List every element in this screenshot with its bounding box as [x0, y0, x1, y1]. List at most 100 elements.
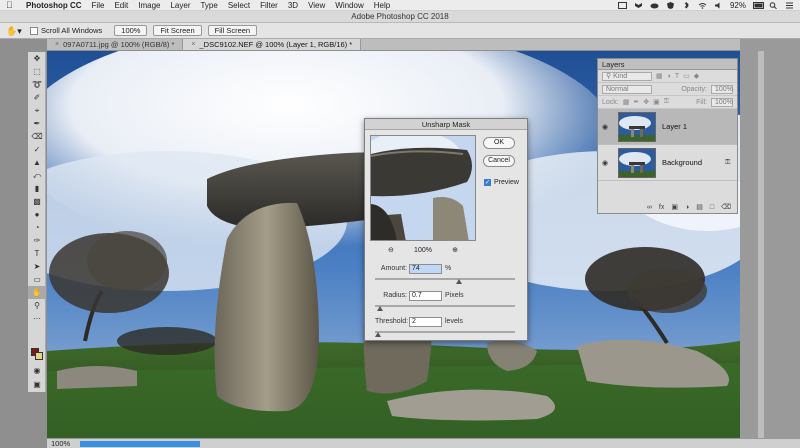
menu-layer[interactable]: Layer	[170, 0, 190, 11]
preview-checkbox[interactable]: ✓ Preview	[484, 179, 519, 186]
dodge-tool-icon[interactable]: ◔	[28, 221, 46, 234]
ok-button[interactable]: OK	[483, 137, 515, 149]
menu-file[interactable]: File	[92, 0, 105, 11]
list-icon[interactable]	[785, 2, 794, 9]
zoom-100-button[interactable]: 100%	[114, 25, 148, 36]
lock-position-icon[interactable]: ✥	[643, 98, 649, 106]
tab-document-2[interactable]: × _DSC9102.NEF @ 100% (Layer 1, RGB/16) …	[183, 39, 362, 50]
hand-tool-icon[interactable]: ✋▾	[6, 26, 22, 36]
healing-brush-icon[interactable]: ⌫	[28, 130, 46, 143]
menu-app-name[interactable]: Photoshop CC	[26, 0, 82, 11]
type-tool-icon[interactable]: T	[28, 247, 46, 260]
zoom-out-icon[interactable]: ⊖	[388, 246, 394, 254]
gradient-tool-icon[interactable]: ▩	[28, 195, 46, 208]
menu-edit[interactable]: Edit	[114, 0, 128, 11]
volume-icon[interactable]	[714, 2, 723, 9]
dropbox-icon[interactable]	[634, 2, 643, 9]
search-icon[interactable]	[769, 2, 778, 10]
eye-icon[interactable]: ◉	[602, 123, 612, 131]
bluetooth-icon[interactable]	[682, 1, 691, 9]
menu-view[interactable]: View	[308, 0, 325, 11]
eraser-tool-icon[interactable]: ▮	[28, 182, 46, 195]
radius-slider-track[interactable]	[375, 305, 515, 307]
pen-tool-icon[interactable]: ✑	[28, 234, 46, 247]
eye-icon[interactable]: ◉	[602, 159, 612, 167]
menu-image[interactable]: Image	[138, 0, 160, 11]
filter-adjust-icon[interactable]: ◑	[667, 73, 671, 80]
lock-image-icon[interactable]: ✒	[633, 98, 639, 106]
vertical-scrollbar[interactable]	[758, 51, 764, 438]
lock-artboard-icon[interactable]: ▣	[653, 98, 660, 106]
threshold-slider-thumb[interactable]	[375, 332, 381, 337]
history-brush-icon[interactable]: ⤺	[28, 169, 46, 182]
close-icon[interactable]: ×	[55, 39, 59, 50]
clone-stamp-icon[interactable]: ▲	[28, 156, 46, 169]
shape-tool-icon[interactable]: ▭	[28, 273, 46, 286]
security-icon[interactable]	[666, 2, 675, 9]
filter-shape-icon[interactable]: ▭	[683, 72, 690, 80]
menu-help[interactable]: Help	[374, 0, 390, 11]
marquee-tool-icon[interactable]: ⬚	[28, 65, 46, 78]
eyedropper-tool-icon[interactable]: ✒	[28, 117, 46, 130]
menu-type[interactable]: Type	[200, 0, 217, 11]
checkmark-icon[interactable]: ✓	[484, 179, 491, 186]
screen-mode-icon[interactable]: ▣	[28, 378, 46, 391]
scroll-all-windows-checkbox[interactable]: Scroll All Windows	[30, 26, 102, 35]
crop-tool-icon[interactable]: ⌖	[28, 104, 46, 117]
menu-3d[interactable]: 3D	[288, 0, 298, 11]
hand-tool-icon[interactable]: ✋	[28, 286, 46, 299]
layer-name[interactable]: Background	[662, 158, 719, 167]
cloud-icon[interactable]	[650, 2, 659, 9]
fill-screen-button[interactable]: Fill Screen	[207, 25, 258, 36]
battery-icon[interactable]	[753, 2, 764, 9]
status-zoom[interactable]: 100%	[51, 439, 70, 448]
zoom-in-icon[interactable]: ⊕	[452, 246, 458, 254]
amount-slider-track[interactable]	[375, 278, 515, 280]
radius-slider-thumb[interactable]	[377, 306, 383, 311]
new-group-icon[interactable]: ▤	[696, 203, 703, 211]
quick-select-tool-icon[interactable]: ✐	[28, 91, 46, 104]
move-tool-icon[interactable]: ✥	[28, 52, 46, 65]
lock-all-icon[interactable]: ⚿	[664, 98, 669, 106]
amount-field[interactable]: 74	[409, 264, 442, 274]
quick-mask-icon[interactable]: ◉	[28, 364, 46, 377]
amount-slider-thumb[interactable]	[456, 279, 462, 284]
filter-preview[interactable]	[370, 135, 476, 241]
threshold-slider-track[interactable]	[375, 331, 515, 333]
lasso-tool-icon[interactable]: ➰	[28, 78, 46, 91]
path-select-icon[interactable]: ➤	[28, 260, 46, 273]
layer-row-background[interactable]: ◉ Background ⚿	[598, 145, 737, 181]
fx-icon[interactable]: fx	[659, 204, 664, 211]
screen-icon[interactable]	[617, 2, 627, 9]
kind-filter-select[interactable]: ⚲ Kind	[602, 71, 652, 81]
background-color-swatch[interactable]	[35, 352, 43, 360]
menu-select[interactable]: Select	[228, 0, 250, 11]
tab-document-1[interactable]: × 097A0711.jpg @ 100% (RGB/8) *	[47, 39, 184, 50]
filter-type-icon[interactable]: T	[675, 73, 679, 80]
close-icon[interactable]: ×	[191, 39, 195, 50]
menu-filter[interactable]: Filter	[260, 0, 278, 11]
filter-smart-icon[interactable]: ◆	[694, 72, 699, 80]
layer-row-layer-1[interactable]: ◉ Layer 1	[598, 109, 737, 145]
menu-window[interactable]: Window	[335, 0, 363, 11]
opacity-field[interactable]: 100%	[711, 84, 733, 94]
add-mask-icon[interactable]: ▣	[671, 203, 678, 211]
blur-tool-icon[interactable]: ●	[28, 208, 46, 221]
cancel-button[interactable]: Cancel	[483, 155, 515, 167]
fill-field[interactable]: 100%	[711, 97, 733, 107]
wifi-icon[interactable]	[698, 2, 707, 9]
new-layer-icon[interactable]: □	[710, 204, 714, 211]
zoom-tool-icon[interactable]: ⚲	[28, 299, 46, 312]
brush-tool-icon[interactable]: ✓	[28, 143, 46, 156]
link-layers-icon[interactable]: ∞	[647, 204, 652, 211]
blend-mode-select[interactable]: Normal	[602, 84, 652, 94]
filter-pixel-icon[interactable]: ▦	[656, 72, 663, 80]
lock-pixels-icon[interactable]: ▦	[623, 98, 630, 106]
apple-icon[interactable]: 	[6, 0, 16, 11]
checkbox-box[interactable]	[30, 26, 38, 35]
fit-screen-button[interactable]: Fit Screen	[153, 25, 202, 36]
adjustment-layer-icon[interactable]: ◑	[685, 204, 689, 211]
layer-name[interactable]: Layer 1	[662, 122, 737, 131]
threshold-field[interactable]: 2	[409, 317, 442, 327]
trash-icon[interactable]: ⌫	[721, 203, 731, 211]
